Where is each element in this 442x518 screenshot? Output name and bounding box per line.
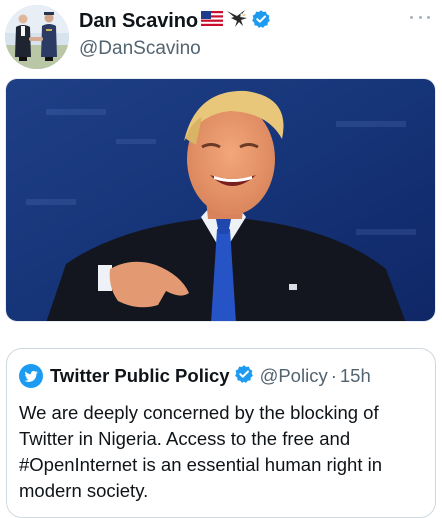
- handle[interactable]: @DanScavino: [79, 38, 271, 60]
- quoted-avatar-icon[interactable]: [19, 364, 43, 388]
- quoted-handle[interactable]: @Policy: [260, 365, 328, 387]
- verified-icon: [234, 364, 254, 389]
- more-options-icon[interactable]: [410, 9, 430, 25]
- us-flag-icon: [200, 11, 223, 31]
- verified-icon: [251, 9, 271, 34]
- separator-dot: ·: [330, 365, 337, 386]
- tweet-header: Dan Scavino @DanScavino: [0, 0, 442, 70]
- avatar[interactable]: [5, 5, 69, 69]
- author-info: Dan Scavino @DanScavino: [79, 8, 271, 60]
- quoted-tweet-text: We are deeply concerned by the blocking …: [19, 402, 383, 501]
- avatar-photo: [5, 5, 69, 69]
- display-name[interactable]: Dan Scavino: [79, 10, 198, 33]
- name-row: Dan Scavino: [79, 8, 271, 34]
- tweet-media[interactable]: [5, 78, 436, 322]
- quoted-timestamp[interactable]: 15h: [340, 365, 371, 387]
- man-smiling-pointing-photo: [6, 79, 435, 321]
- quoted-tweet-header: Twitter Public Policy @Policy · 15h: [19, 364, 421, 388]
- quoted-tweet[interactable]: Twitter Public Policy @Policy · 15h We a…: [6, 348, 436, 518]
- eagle-icon: [226, 9, 248, 34]
- quoted-display-name[interactable]: Twitter Public Policy: [50, 365, 230, 387]
